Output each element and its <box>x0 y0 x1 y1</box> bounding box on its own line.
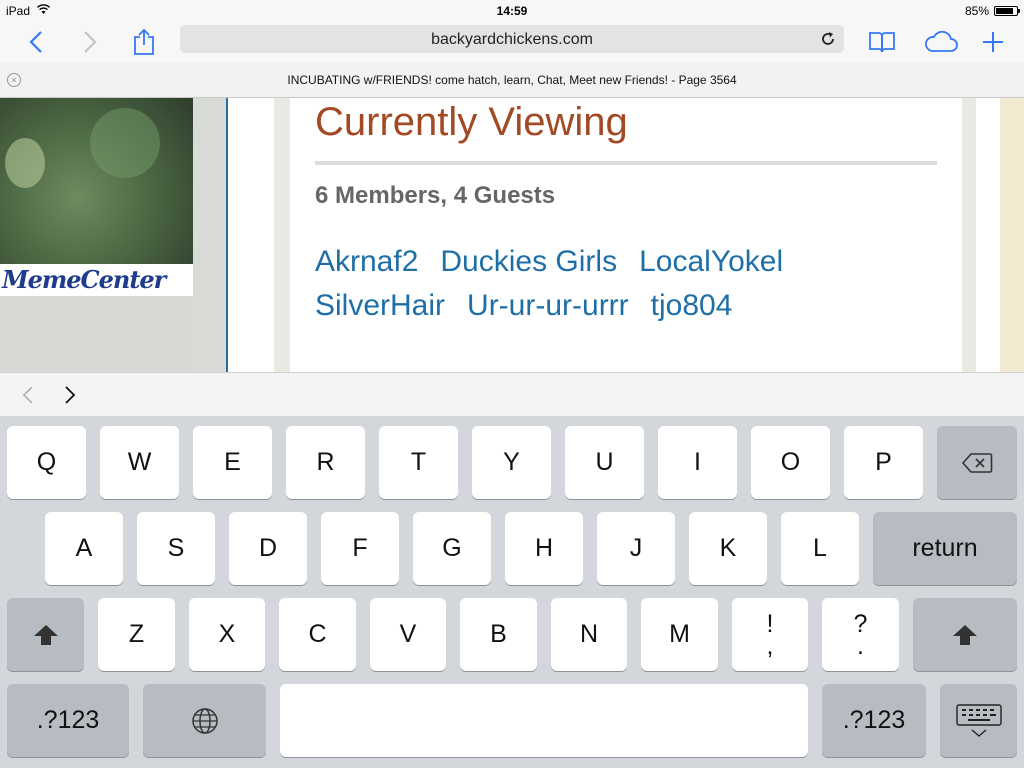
battery-percent: 85% <box>964 4 989 18</box>
key-o[interactable]: O <box>751 426 830 499</box>
tab-bar: × INCUBATING w/FRIENDS! come hatch, lear… <box>0 62 1024 98</box>
key-d[interactable]: D <box>229 512 307 585</box>
shift-icon <box>953 624 977 645</box>
punct-stack: ! , <box>766 611 774 660</box>
key-p[interactable]: P <box>844 426 923 499</box>
keyboard-dismiss-icon <box>955 703 1002 737</box>
member-link[interactable]: tjo804 <box>651 288 733 324</box>
chevron-right-icon <box>65 386 76 404</box>
key-c[interactable]: C <box>279 598 356 671</box>
memecenter-logo: MemeCenter <box>0 264 193 296</box>
globe-key[interactable] <box>143 684 266 757</box>
content-frame-right <box>962 98 976 372</box>
member-link[interactable]: LocalYokel <box>639 244 783 280</box>
delete-icon <box>961 452 993 473</box>
key-i[interactable]: I <box>658 426 737 499</box>
clock: 14:59 <box>496 4 528 18</box>
key-x[interactable]: X <box>189 598 265 671</box>
chevron-right-icon <box>84 31 97 53</box>
reload-icon <box>822 32 834 45</box>
cloud-icon <box>925 31 958 52</box>
chevron-left-icon <box>22 386 33 404</box>
dismiss-keyboard-key[interactable] <box>940 684 1017 757</box>
member-link[interactable]: Akrnaf2 <box>315 244 418 280</box>
delete-key[interactable] <box>937 426 1017 499</box>
member-list: Akrnaf2 Duckies Girls LocalYokel SilverH… <box>315 244 835 324</box>
key-u[interactable]: U <box>565 426 644 499</box>
forward-button[interactable] <box>74 26 106 58</box>
key-z[interactable]: Z <box>98 598 175 671</box>
key-a[interactable]: A <box>45 512 123 585</box>
member-link[interactable]: SilverHair <box>315 288 445 324</box>
browser-toolbar: backyardchickens.com <box>0 22 1024 62</box>
content-frame-left <box>274 98 290 372</box>
icloud-tabs-button[interactable] <box>921 26 961 58</box>
tab-title[interactable]: INCUBATING w/FRIENDS! come hatch, learn,… <box>0 73 1024 87</box>
book-icon <box>869 32 895 53</box>
key-q[interactable]: Q <box>7 426 86 499</box>
ipad-screen: iPad 14:59 85% backyardchickens.com × IN… <box>0 0 1024 768</box>
key-v[interactable]: V <box>370 598 446 671</box>
status-bar: iPad 14:59 85% <box>0 0 1024 22</box>
meme-image[interactable]: MemeCenter <box>0 98 193 296</box>
key-k[interactable]: K <box>689 512 767 585</box>
key-b[interactable]: B <box>460 598 537 671</box>
url-text: backyardchickens.com <box>431 31 593 48</box>
key-exclamation-comma[interactable]: ! , <box>732 598 808 671</box>
web-content[interactable]: MemeCenter Currently Viewing 6 Members, … <box>0 98 1024 372</box>
punct-stack: ? . <box>854 611 868 660</box>
return-key[interactable]: return <box>873 512 1017 585</box>
meme-blur-highlight <box>90 108 160 178</box>
key-r[interactable]: R <box>286 426 365 499</box>
key-g[interactable]: G <box>413 512 491 585</box>
space-bar[interactable] <box>280 684 808 757</box>
bookmarks-button[interactable] <box>866 26 898 58</box>
title-rule <box>315 161 937 165</box>
sidebar-column <box>193 98 227 372</box>
member-link[interactable]: Ur-ur-ur-urrr <box>467 288 629 324</box>
punct-bottom: , <box>766 631 774 660</box>
key-f[interactable]: F <box>321 512 399 585</box>
keyboard-accessory-bar <box>0 372 1024 416</box>
key-j[interactable]: J <box>597 512 675 585</box>
numbers-key-left[interactable]: .?123 <box>7 684 129 757</box>
shift-key-left[interactable] <box>7 598 84 671</box>
battery-fill <box>996 8 1013 14</box>
share-icon <box>134 28 154 55</box>
share-button[interactable] <box>128 26 160 58</box>
page-edge-strip <box>1000 98 1024 372</box>
key-s[interactable]: S <box>137 512 215 585</box>
member-link[interactable]: Duckies Girls <box>440 244 617 280</box>
key-y[interactable]: Y <box>472 426 551 499</box>
globe-icon <box>191 707 218 734</box>
chevron-left-icon <box>29 31 42 53</box>
meme-blur-highlight <box>5 138 45 188</box>
url-bar[interactable]: backyardchickens.com <box>180 25 844 53</box>
next-field-button[interactable] <box>56 381 84 409</box>
key-n[interactable]: N <box>551 598 627 671</box>
numbers-key-right[interactable]: .?123 <box>822 684 926 757</box>
key-h[interactable]: H <box>505 512 583 585</box>
new-tab-button[interactable] <box>977 26 1009 58</box>
currently-viewing-card: Currently Viewing 6 Members, 4 Guests Ak… <box>291 98 962 372</box>
previous-field-button[interactable] <box>14 381 42 409</box>
key-t[interactable]: T <box>379 426 458 499</box>
status-right: 85% <box>964 4 1020 18</box>
key-l[interactable]: L <box>781 512 859 585</box>
shift-icon <box>33 624 58 645</box>
viewer-count: 6 Members, 4 Guests <box>315 182 556 209</box>
key-e[interactable]: E <box>193 426 272 499</box>
back-button[interactable] <box>20 26 52 58</box>
currently-viewing-title: Currently Viewing <box>315 100 628 144</box>
battery-icon <box>994 6 1020 16</box>
key-m[interactable]: M <box>641 598 718 671</box>
shift-key-right[interactable] <box>913 598 1017 671</box>
plus-icon <box>983 32 1003 52</box>
on-screen-keyboard: Q W E R T Y U I O P A S D F G H J K L re… <box>0 416 1024 768</box>
key-w[interactable]: W <box>100 426 179 499</box>
key-question-period[interactable]: ? . <box>822 598 899 671</box>
reload-button[interactable] <box>818 29 838 49</box>
punct-bottom: . <box>857 631 864 660</box>
